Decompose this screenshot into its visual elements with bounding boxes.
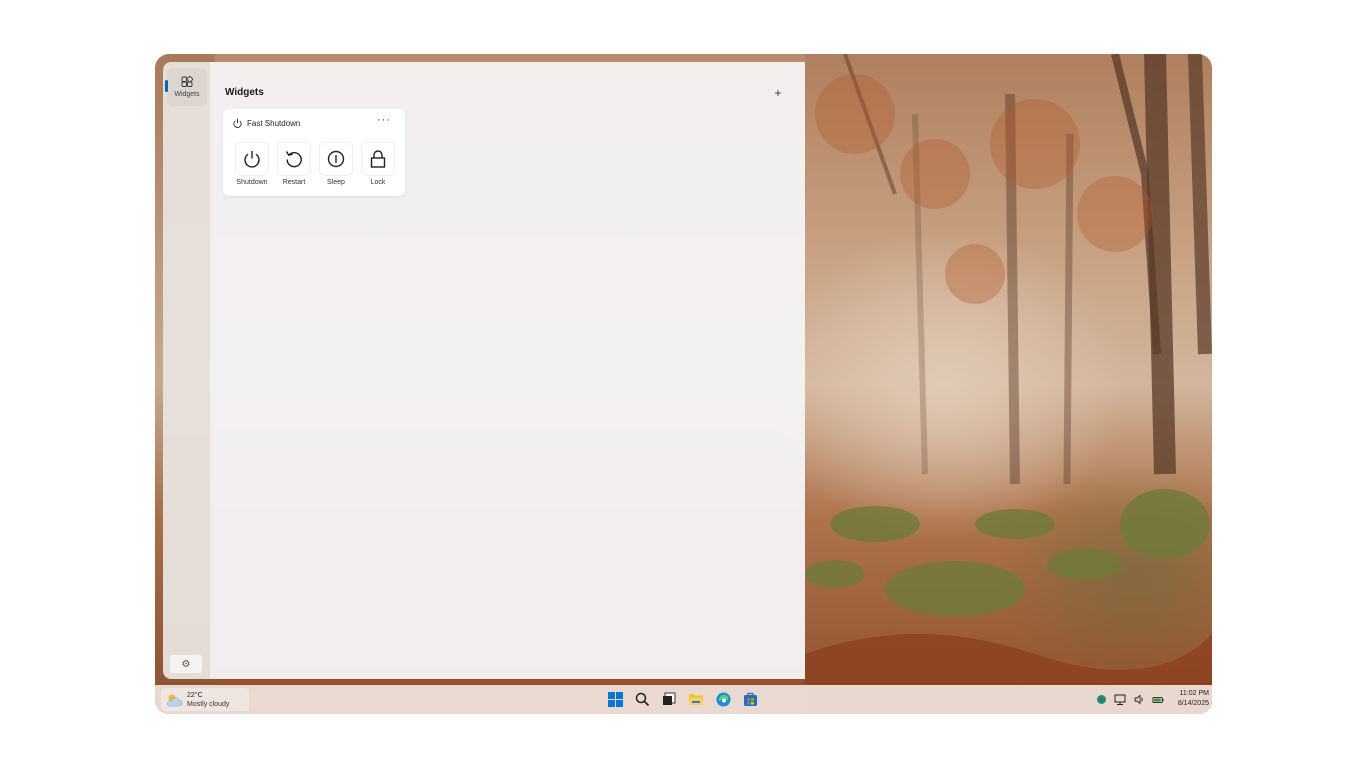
widgets-side-rail: Widgets ⚙ bbox=[163, 62, 210, 679]
sleep-label: Sleep bbox=[327, 179, 345, 186]
cloud-sun-icon bbox=[167, 694, 183, 706]
action-buttons: Shutdown Restart Sleep Lock bbox=[235, 142, 395, 186]
store-button[interactable] bbox=[742, 691, 758, 707]
shutdown-button[interactable] bbox=[235, 142, 269, 176]
weather-widget[interactable]: 22°C Mostly cloudy bbox=[161, 688, 249, 711]
shutdown-action[interactable]: Shutdown bbox=[235, 142, 269, 186]
network-icon[interactable] bbox=[1114, 694, 1126, 705]
edge-icon bbox=[716, 692, 730, 706]
weather-temperature: 22°C bbox=[187, 691, 203, 699]
widget-header: Fast Shutdown bbox=[232, 118, 300, 129]
taskbar-apps bbox=[607, 691, 758, 707]
rail-item-widgets[interactable]: Widgets bbox=[165, 68, 207, 106]
search-icon bbox=[635, 692, 649, 706]
page-title: Widgets bbox=[225, 87, 264, 98]
settings-button[interactable]: ⚙ bbox=[169, 654, 203, 674]
defender-icon[interactable] bbox=[1095, 694, 1107, 705]
restart-label: Restart bbox=[282, 179, 306, 186]
power-icon bbox=[233, 118, 242, 128]
widget-title: Fast Shutdown bbox=[247, 119, 301, 128]
restart-action[interactable]: Restart bbox=[277, 142, 311, 186]
selected-indicator bbox=[165, 80, 168, 92]
add-widget-button[interactable]: + bbox=[771, 86, 785, 100]
file-explorer-icon bbox=[689, 694, 703, 705]
volume-icon[interactable] bbox=[1133, 694, 1145, 705]
taskbar: 22°C Mostly cloudy 11:02 PM 8/14/2025 bbox=[155, 685, 1212, 714]
power-icon bbox=[244, 151, 260, 168]
clock-date: 8/14/2025 bbox=[1177, 700, 1209, 707]
widgets-icon bbox=[181, 76, 193, 87]
start-button[interactable] bbox=[607, 691, 623, 707]
task-view-button[interactable] bbox=[661, 691, 677, 707]
start-icon bbox=[607, 691, 623, 707]
lock-button[interactable] bbox=[361, 142, 395, 176]
shutdown-label: Shutdown bbox=[236, 179, 268, 186]
weather-condition: Mostly cloudy bbox=[187, 700, 230, 708]
sleep-button[interactable] bbox=[319, 142, 353, 176]
store-icon bbox=[743, 692, 757, 706]
system-tray bbox=[1095, 694, 1164, 705]
task-view-icon bbox=[663, 692, 676, 705]
edge-button[interactable] bbox=[715, 691, 731, 707]
rail-item-label: Widgets bbox=[174, 91, 200, 98]
lock-icon bbox=[370, 150, 386, 168]
search-button[interactable] bbox=[634, 691, 650, 707]
lock-action[interactable]: Lock bbox=[361, 142, 395, 186]
widget-more-button[interactable]: ··· bbox=[377, 114, 391, 126]
sleep-action[interactable]: Sleep bbox=[319, 142, 353, 186]
file-explorer-button[interactable] bbox=[688, 691, 704, 707]
desktop: Widgets ⚙ Widgets + Fast Shutdown ··· Sh… bbox=[155, 54, 1212, 714]
clock-time: 11:02 PM bbox=[1179, 690, 1209, 697]
sleep-icon bbox=[327, 150, 345, 168]
gear-icon: ⚙ bbox=[181, 658, 191, 670]
lock-label: Lock bbox=[370, 179, 386, 186]
clock[interactable]: 11:02 PM 8/14/2025 bbox=[1163, 689, 1209, 709]
fast-shutdown-widget: Fast Shutdown ··· Shutdown Restart Sleep… bbox=[223, 109, 405, 196]
restart-icon bbox=[285, 151, 302, 168]
restart-button[interactable] bbox=[277, 142, 311, 176]
widgets-panel: Widgets + Fast Shutdown ··· Shutdown Res… bbox=[210, 62, 805, 679]
